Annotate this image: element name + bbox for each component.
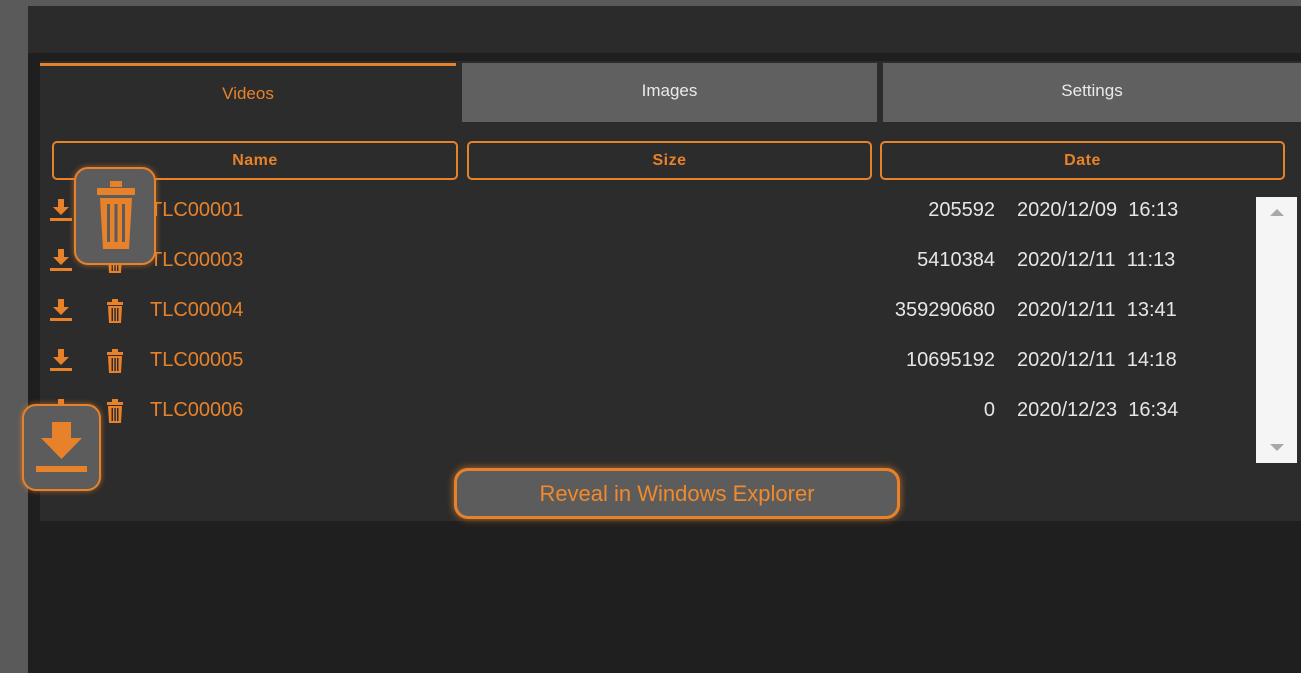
tab-videos[interactable]: Videos: [40, 63, 456, 122]
trash-icon[interactable]: [105, 299, 125, 323]
file-name: TLC00004: [150, 299, 244, 321]
app-window: Videos Images Settings Name Size Date TL…: [28, 6, 1301, 673]
file-panel: Videos Images Settings Name Size Date TL…: [40, 61, 1301, 521]
trash-icon[interactable]: [105, 349, 125, 373]
download-icon[interactable]: [50, 249, 72, 273]
top-bar: [28, 6, 1301, 53]
file-name: TLC00006: [150, 399, 244, 421]
file-date: 2020/12/23 16:34: [1017, 399, 1179, 421]
download-icon[interactable]: [50, 349, 72, 373]
column-header-size[interactable]: Size: [467, 141, 872, 180]
file-date: 2020/12/11 13:41: [1017, 299, 1177, 321]
file-date: 2020/12/11 14:18: [1017, 349, 1177, 371]
file-name: TLC00005: [150, 349, 244, 371]
file-row[interactable]: TLC00004 359290680 2020/12/11 13:41: [40, 291, 1253, 341]
scroll-up-arrow-icon[interactable]: [1270, 209, 1284, 216]
file-row[interactable]: TLC00001 205592 2020/12/09 16:13: [40, 191, 1253, 241]
file-size: 359290680: [894, 299, 995, 321]
tab-images[interactable]: Images: [462, 63, 877, 122]
file-size: 5410384: [917, 249, 995, 271]
file-date: 2020/12/11 11:13: [1017, 249, 1176, 271]
reveal-in-explorer-button[interactable]: Reveal in Windows Explorer: [454, 468, 900, 519]
trash-icon: [97, 181, 135, 249]
file-list: TLC00001 205592 2020/12/09 16:13 TLC00003 54…: [40, 191, 1253, 461]
file-name: TLC00001: [150, 199, 244, 221]
scroll-down-arrow-icon[interactable]: [1270, 444, 1284, 451]
download-icon-callout: [22, 404, 101, 491]
file-size: 0: [983, 399, 995, 421]
tab-settings[interactable]: Settings: [883, 63, 1301, 122]
file-row[interactable]: TLC00003 5410384 2020/12/11 11:13: [40, 241, 1253, 291]
download-icon[interactable]: [50, 199, 72, 223]
download-icon[interactable]: [50, 299, 72, 323]
vertical-scrollbar[interactable]: [1256, 197, 1297, 463]
column-header-date[interactable]: Date: [880, 141, 1285, 180]
file-row[interactable]: TLC00006 0 2020/12/23 16:34: [40, 391, 1253, 441]
file-name: TLC00003: [150, 249, 244, 271]
file-date: 2020/12/09 16:13: [1017, 199, 1179, 221]
file-row[interactable]: TLC00005 10695192 2020/12/11 14:18: [40, 341, 1253, 391]
trash-icon[interactable]: [105, 399, 125, 423]
trash-icon-callout: [74, 167, 156, 265]
file-size: 205592: [928, 199, 995, 221]
file-size: 10695192: [906, 349, 995, 371]
download-icon: [36, 422, 87, 472]
